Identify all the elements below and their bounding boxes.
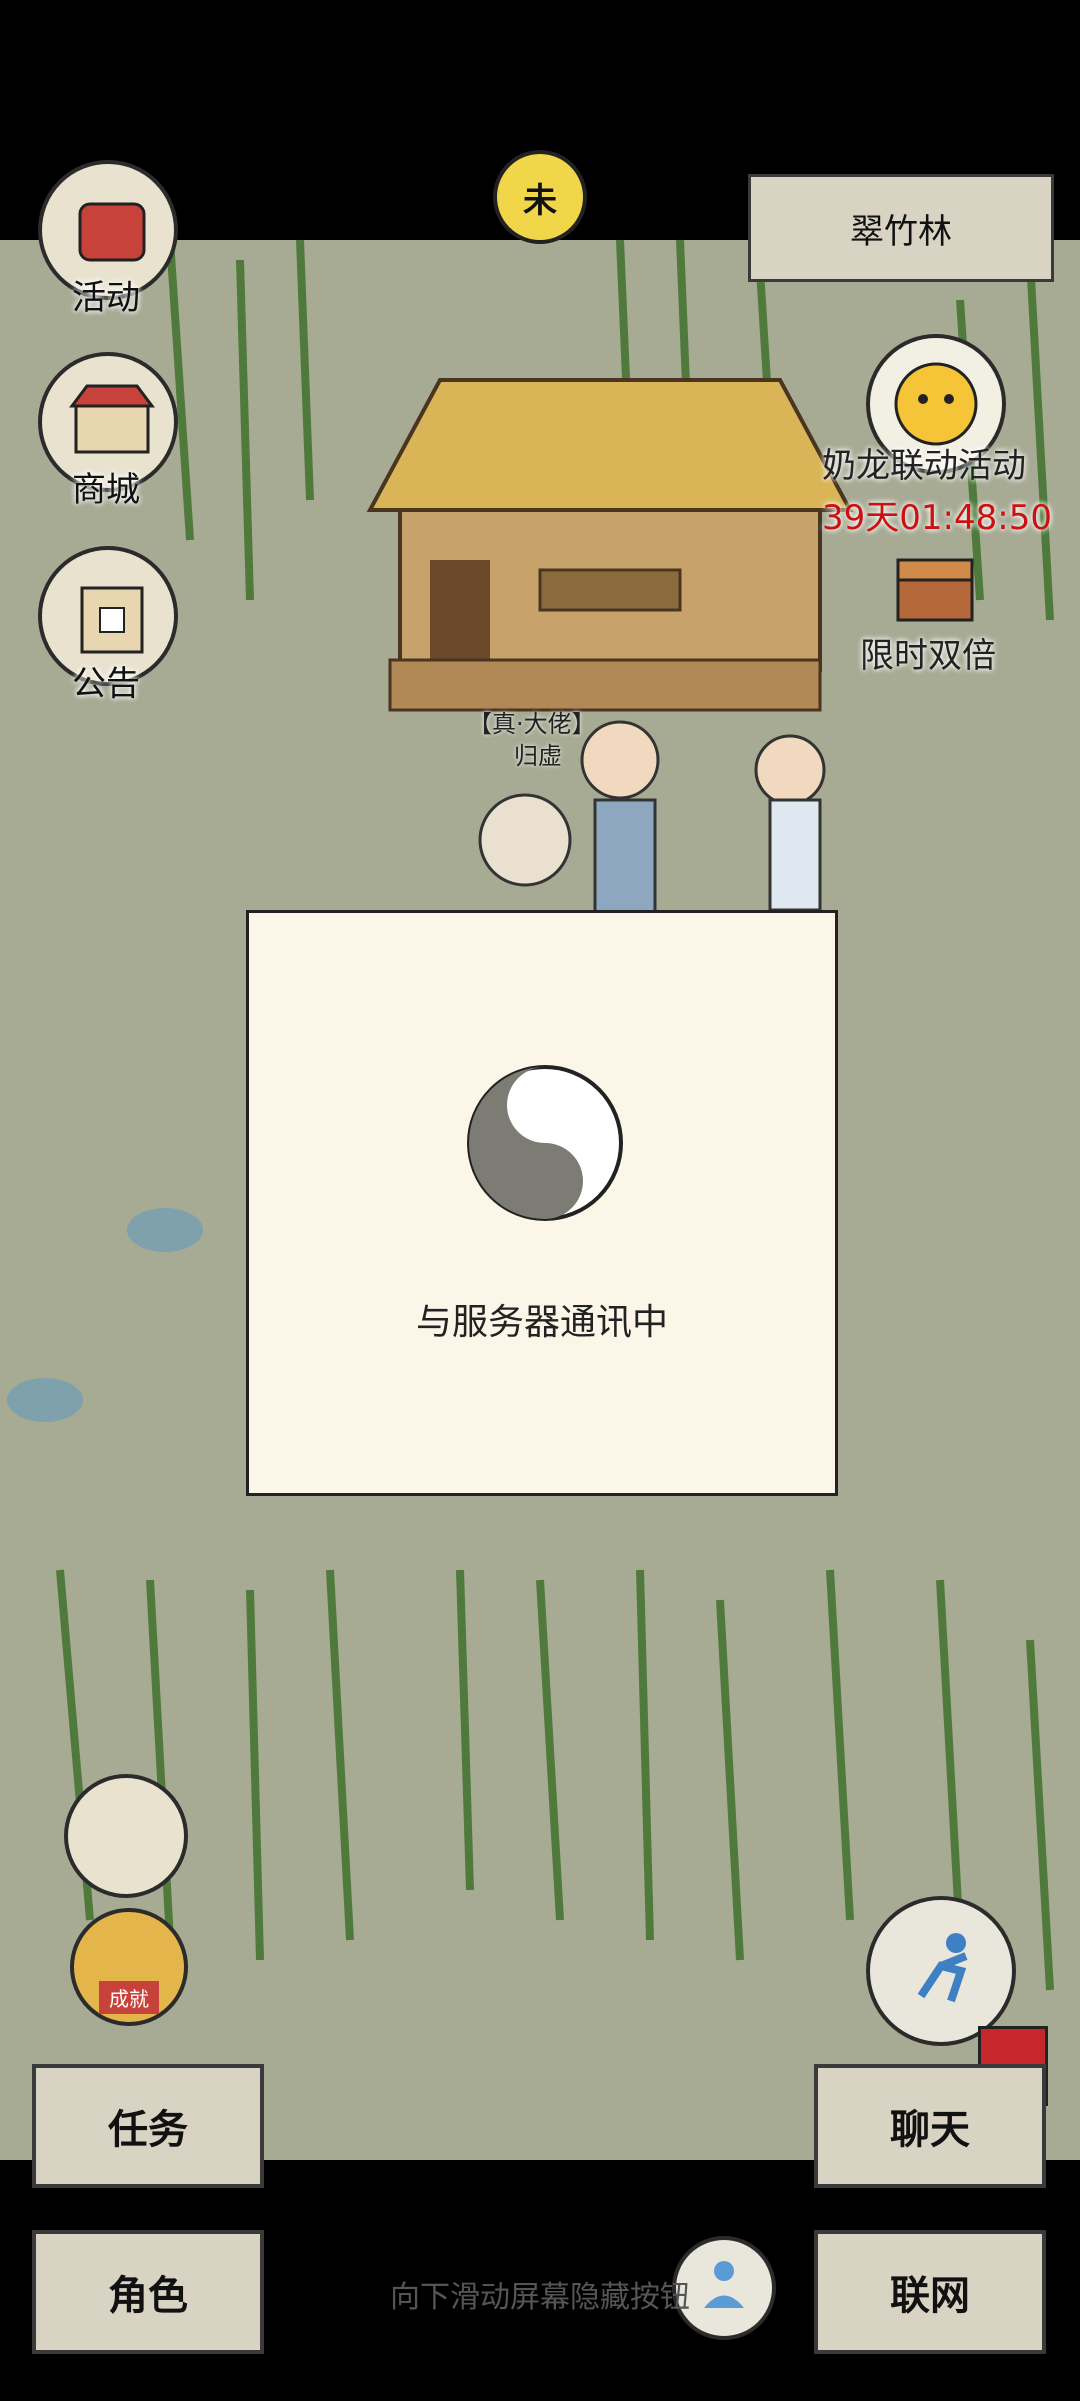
- time-badge: 未: [493, 150, 587, 244]
- hut: [366, 378, 854, 712]
- location-label: 翠竹林: [850, 211, 952, 252]
- chat-label: 聊天: [890, 2107, 970, 2153]
- notice-label: 公告: [72, 664, 140, 704]
- double-reward-button[interactable]: [880, 540, 990, 630]
- achievement-badge-label: 成就: [99, 1981, 159, 2014]
- yin-yang-icon: [467, 1065, 623, 1221]
- activity-label: 活动: [72, 278, 140, 318]
- event-timer: 39天01:48:50: [822, 498, 1052, 538]
- server-communication-dialog: 与服务器通讯中: [246, 910, 838, 1496]
- companion-avatar[interactable]: [64, 1774, 188, 1898]
- treasure-chest-icon: [896, 558, 974, 622]
- player-name: 归虚: [514, 742, 562, 770]
- time-badge-label: 未: [523, 180, 557, 221]
- shop-label: 商城: [72, 470, 140, 510]
- location-panel[interactable]: 翠竹林: [748, 174, 1054, 282]
- chat-button[interactable]: 聊天: [814, 2064, 1046, 2188]
- task-label: 任务: [108, 2107, 188, 2153]
- running-figure-icon: [917, 1933, 968, 2003]
- swipe-hint: 向下滑动屏幕隐藏按钮: [390, 2280, 690, 2315]
- task-button[interactable]: 任务: [32, 2064, 264, 2188]
- achievement-button[interactable]: 成就: [70, 1908, 188, 2026]
- player-title: 【真·大佬】: [468, 710, 596, 738]
- dialog-message: 与服务器通讯中: [415, 1302, 668, 1343]
- event-name: 奶龙联动活动: [822, 446, 1026, 486]
- double-reward-label: 限时双倍: [860, 636, 996, 676]
- auto-run-button[interactable]: [866, 1896, 1016, 2046]
